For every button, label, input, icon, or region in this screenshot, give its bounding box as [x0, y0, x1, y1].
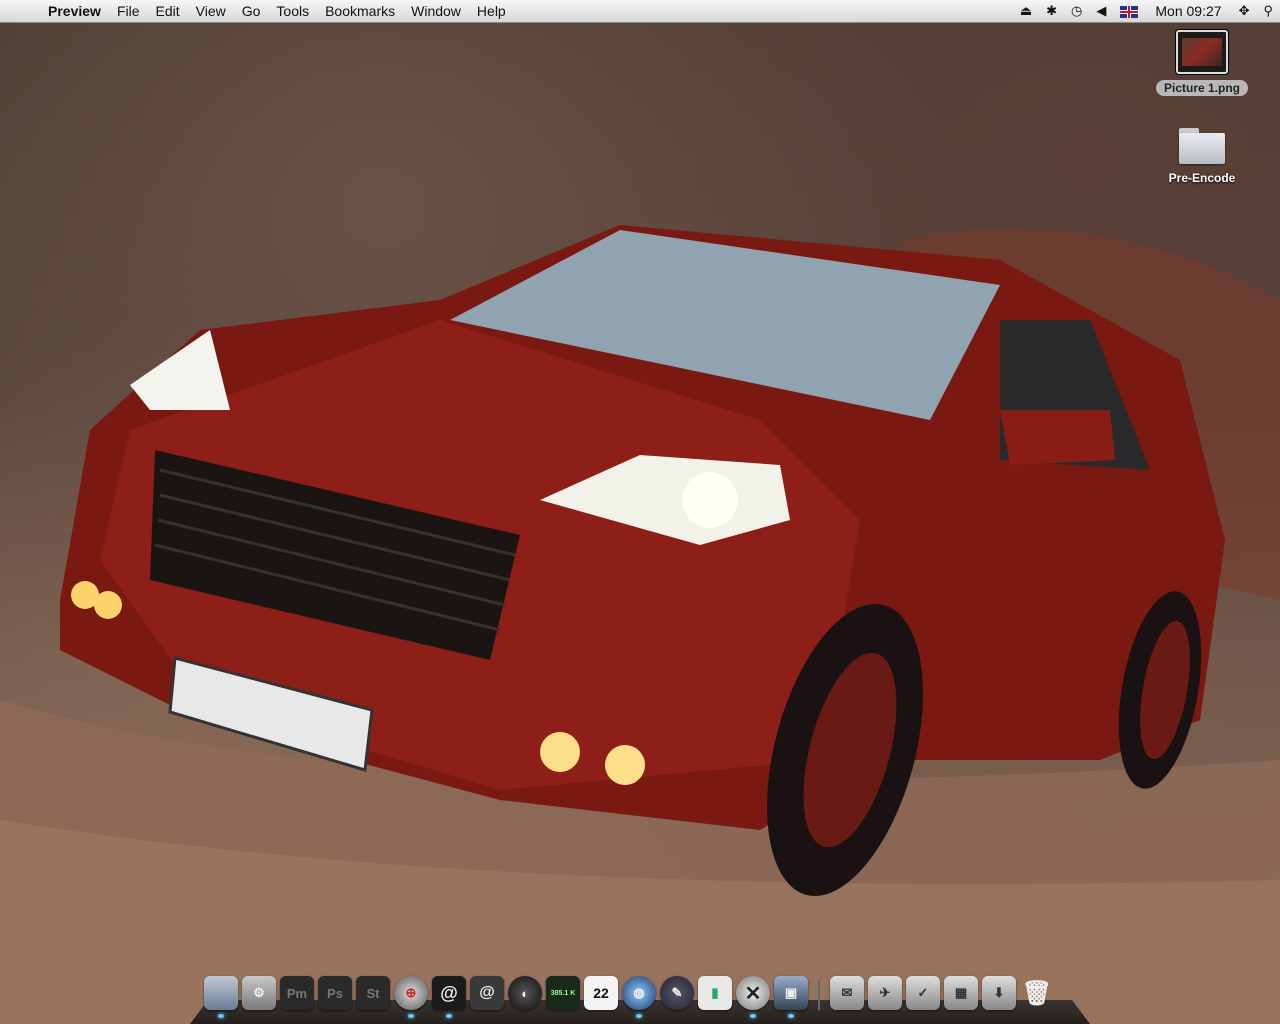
- script-editor-icon[interactable]: ✎: [660, 976, 694, 1010]
- menu-extras: ⏏ ✱ ◷ ◀ Mon 09:27 ✥ ⚲: [1013, 0, 1280, 22]
- safari-icon[interactable]: ⊕: [394, 976, 428, 1018]
- mail-stack-icon[interactable]: ✉: [830, 976, 864, 1010]
- spotlight-icon[interactable]: ⚲: [1256, 0, 1280, 22]
- dock-separator: [818, 980, 820, 1010]
- menubar-clock[interactable]: Mon 09:27: [1145, 3, 1231, 19]
- chart-app-icon[interactable]: ▮: [698, 976, 732, 1010]
- x-app-icon[interactable]: ✕: [736, 976, 770, 1018]
- app-pm-icon[interactable]: Pm: [280, 976, 314, 1010]
- dock-items: ⚙ Pm Ps St ⊕ @ @ ◐ 385.1 K 22 ◍ ✎ ▮ ✕ ▣ …: [204, 976, 1054, 1018]
- desktop-icon-label[interactable]: Picture 1.png: [1155, 80, 1248, 96]
- image-thumbnail-icon[interactable]: [1176, 30, 1228, 74]
- menu-file[interactable]: File: [109, 0, 148, 22]
- app-ps-icon[interactable]: Ps: [318, 976, 352, 1010]
- globe-icon[interactable]: ◍: [622, 976, 656, 1018]
- app-menu-preview[interactable]: Preview: [40, 0, 109, 22]
- menu-help[interactable]: Help: [469, 0, 514, 22]
- desktop-wallpaper: [0, 0, 1280, 1024]
- preview-icon[interactable]: ▣: [774, 976, 808, 1018]
- menu-tools[interactable]: Tools: [268, 0, 317, 22]
- menu-view[interactable]: View: [188, 0, 234, 22]
- time-machine-icon[interactable]: ◷: [1064, 0, 1089, 22]
- mail-alt-icon[interactable]: @: [470, 976, 504, 1010]
- desktop-icon-folder[interactable]: Pre-Encode: [1147, 128, 1257, 186]
- finder-icon[interactable]: [204, 976, 238, 1018]
- mail-icon[interactable]: @: [432, 976, 466, 1018]
- bluetooth-icon[interactable]: ✱: [1039, 0, 1064, 22]
- system-preferences-icon[interactable]: ⚙: [242, 976, 276, 1010]
- volume-icon[interactable]: ◀: [1089, 0, 1113, 22]
- wallpaper-car-image: [0, 225, 1280, 1024]
- folder-icon[interactable]: [1179, 128, 1225, 164]
- applications-stack-icon[interactable]: ✈: [868, 976, 902, 1010]
- flag-uk-icon[interactable]: [1113, 0, 1145, 22]
- box-stack-icon[interactable]: ▦: [944, 976, 978, 1010]
- menu-go[interactable]: Go: [234, 0, 269, 22]
- disc-app-icon[interactable]: ◐: [508, 976, 542, 1010]
- network-monitor-icon[interactable]: 385.1 K: [546, 976, 580, 1010]
- dock: ⚙ Pm Ps St ⊕ @ @ ◐ 385.1 K 22 ◍ ✎ ▮ ✕ ▣ …: [190, 974, 1090, 1024]
- menu-window[interactable]: Window: [403, 0, 469, 22]
- eject-icon[interactable]: ⏏: [1013, 0, 1039, 22]
- documents-stack-icon[interactable]: ✓: [906, 976, 940, 1010]
- app-st-icon[interactable]: St: [356, 976, 390, 1010]
- menu-bar: Preview File Edit View Go Tools Bookmark…: [0, 0, 1280, 23]
- menu-bookmarks[interactable]: Bookmarks: [317, 0, 403, 22]
- spaces-icon[interactable]: ✥: [1232, 0, 1257, 22]
- menu-edit[interactable]: Edit: [148, 0, 188, 22]
- calendar-icon[interactable]: 22: [584, 976, 618, 1010]
- desktop-icon-picture[interactable]: Picture 1.png: [1147, 30, 1257, 96]
- trash-icon[interactable]: 🗑: [1020, 976, 1054, 1010]
- downloads-stack-icon[interactable]: ⬇: [982, 976, 1016, 1010]
- desktop-icon-label[interactable]: Pre-Encode: [1161, 170, 1244, 186]
